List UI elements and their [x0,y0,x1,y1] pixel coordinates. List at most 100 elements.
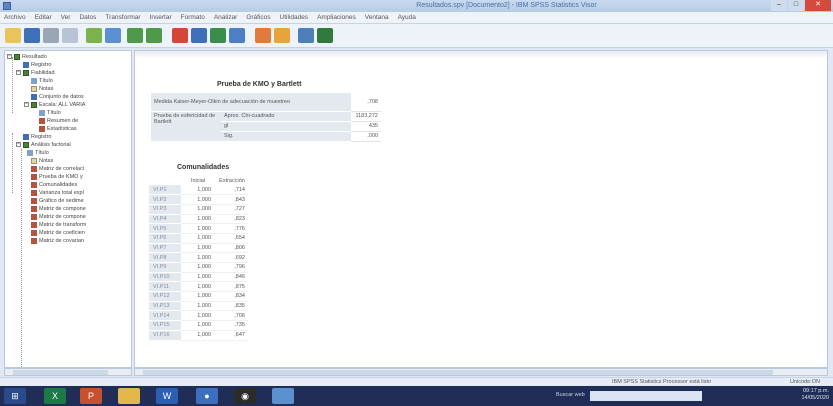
nav-item-titulo[interactable]: Título [31,77,53,84]
designate-window-icon[interactable] [274,28,290,43]
window-controls: – □ ✕ [771,0,831,11]
print-preview-icon[interactable] [62,28,78,43]
goto-case-icon[interactable] [191,28,207,43]
initial-value: 1,000 [181,262,215,273]
kmo-bartlett-table[interactable]: Medida Kaiser-Meyer-Olkin de adecuación … [151,93,381,142]
df-value: 435 [351,121,381,132]
system-clock[interactable]: 09:17 p.m. 14/05/2020 [801,388,829,402]
menu-utilidades[interactable]: Utilidades [280,14,309,21]
table-row: VI.P7 1,000,806 [149,243,249,254]
print-icon[interactable] [43,28,59,43]
menu-editar[interactable]: Editar [35,14,52,21]
communalities-table[interactable]: Inicial Extracción VI.P1 1,000,714 VI.P2 1… [149,177,249,341]
nav-item-matriz-transformacion[interactable]: Matriz de transform [31,221,86,228]
menu-ventana[interactable]: Ventana [365,14,389,21]
file-explorer-icon[interactable] [118,388,140,404]
output-viewer[interactable]: Prueba de KMO y Bartlett Medida Kaiser-M… [134,50,828,368]
collapse-icon[interactable]: − [7,54,12,59]
media-player-icon[interactable]: ◉ [234,388,256,404]
redo-icon[interactable] [146,28,162,43]
menu-ayuda[interactable]: Ayuda [398,14,416,21]
nav-item-resumen[interactable]: Resumen de [39,117,78,124]
collapse-icon[interactable]: − [24,102,29,107]
nav-item-escala[interactable]: − Escala: ALL VARIA [24,101,85,108]
nav-item-matriz-componente[interactable]: Matriz de compone [31,205,86,212]
nav-item-registro[interactable]: Registro [23,133,51,140]
insert-output-icon[interactable] [255,28,271,43]
menu-ver[interactable]: Ver [61,14,71,21]
navigator-scrollbar[interactable] [4,368,132,376]
close-button[interactable]: ✕ [805,0,831,11]
menu-graficos[interactable]: Gráficos [246,14,270,21]
kmo-value: ,708 [351,93,381,112]
recall-dialog-icon[interactable] [105,28,121,43]
nav-item-analisis-factorial[interactable]: − Análisis factorial [16,141,71,148]
menu-transformar[interactable]: Transformar [105,14,140,21]
hide-icon[interactable] [317,28,333,43]
chrome-icon[interactable]: ● [196,388,218,404]
viewer-horizontal-scrollbar[interactable] [134,368,828,376]
communalities-title: Comunalidades [177,164,230,171]
row-label: VI.P2 [149,194,181,205]
table-row: Medida Kaiser-Meyer-Olkin de adecuación … [151,93,381,112]
nav-item-notas[interactable]: Notas [31,157,53,164]
log-icon [23,133,29,140]
nav-item-fiabilidad[interactable]: − Fiabilidad [16,69,55,76]
nav-item-registro[interactable]: Registro [23,61,51,68]
initial-value: 1,000 [181,301,215,312]
row-label: VI.P3 [149,204,181,215]
open-icon[interactable] [5,28,21,43]
extraction-value: ,846 [215,272,249,283]
menu-ampliaciones[interactable]: Ampliaciones [317,14,356,21]
nav-item-varianza-total[interactable]: Varianza total expl [31,189,84,196]
menu-analizar[interactable]: Analizar [214,14,237,21]
collapse-icon[interactable]: − [16,142,21,147]
minimize-button[interactable]: – [771,0,787,11]
export-icon[interactable] [86,28,102,43]
nav-item-grafico-sedimentacion[interactable]: Gráfico de sedime [31,197,84,204]
table-row: VI.P2 1,000,843 [149,194,249,205]
nav-item-conjunto-datos[interactable]: Conjunto de datos [31,93,84,100]
nav-item-matriz-coeficientes[interactable]: Matriz de coeficien [31,229,85,236]
menu-formato[interactable]: Formato [181,14,205,21]
search-box[interactable] [590,391,702,401]
excel-icon[interactable]: X [44,388,66,404]
variables-icon[interactable] [210,28,226,43]
column-header [149,177,181,185]
maximize-button[interactable]: □ [788,0,804,11]
extraction-value: ,834 [215,291,249,302]
nav-item-resultado[interactable]: − Resultado [7,53,47,60]
spss-taskbar-icon[interactable] [272,388,294,404]
nav-item-estadisticas[interactable]: Estadísticas [39,125,77,132]
menu-datos[interactable]: Datos [79,14,96,21]
table-row: VI.P16 1,000,647 [149,330,249,341]
scroll-thumb[interactable] [143,370,773,375]
nav-item-prueba-kmo[interactable]: Prueba de KMO y [31,173,83,180]
undo-icon[interactable] [127,28,143,43]
nav-item-matriz-correlaciones[interactable]: Matriz de correlaci [31,165,84,172]
menu-insertar[interactable]: Insertar [150,14,172,21]
start-icon[interactable]: ⊞ [4,388,26,404]
chart-icon[interactable] [229,28,245,43]
nav-item-matriz-covarianzas[interactable]: Matriz de covarian [31,237,84,244]
menu-archivo[interactable]: Archivo [4,14,26,21]
initial-value: 1,000 [181,243,215,254]
nav-item-titulo[interactable]: Título [27,149,49,156]
save-icon[interactable] [24,28,40,43]
row-label: VI.P10 [149,272,181,283]
nav-item-matriz-componente-rotado[interactable]: Matriz de compone [31,213,86,220]
extraction-value: ,875 [215,281,249,293]
nav-item-titulo[interactable]: Título [39,109,61,116]
show-all-icon[interactable] [298,28,314,43]
nav-item-notas[interactable]: Notas [31,85,53,92]
powerpoint-icon[interactable]: P [80,388,102,404]
nav-item-comunalidades[interactable]: Comunalidades [31,181,77,188]
initial-value: 1,000 [181,291,215,302]
word-icon[interactable]: W [156,388,178,404]
collapse-icon[interactable]: − [16,70,21,75]
row-label: VI.P8 [149,252,181,263]
initial-value: 1,000 [181,194,215,205]
goto-data-icon[interactable] [172,28,188,43]
scroll-thumb[interactable] [13,370,108,375]
kmo-label: Medida Kaiser-Meyer-Olkin de adecuación … [151,93,351,112]
